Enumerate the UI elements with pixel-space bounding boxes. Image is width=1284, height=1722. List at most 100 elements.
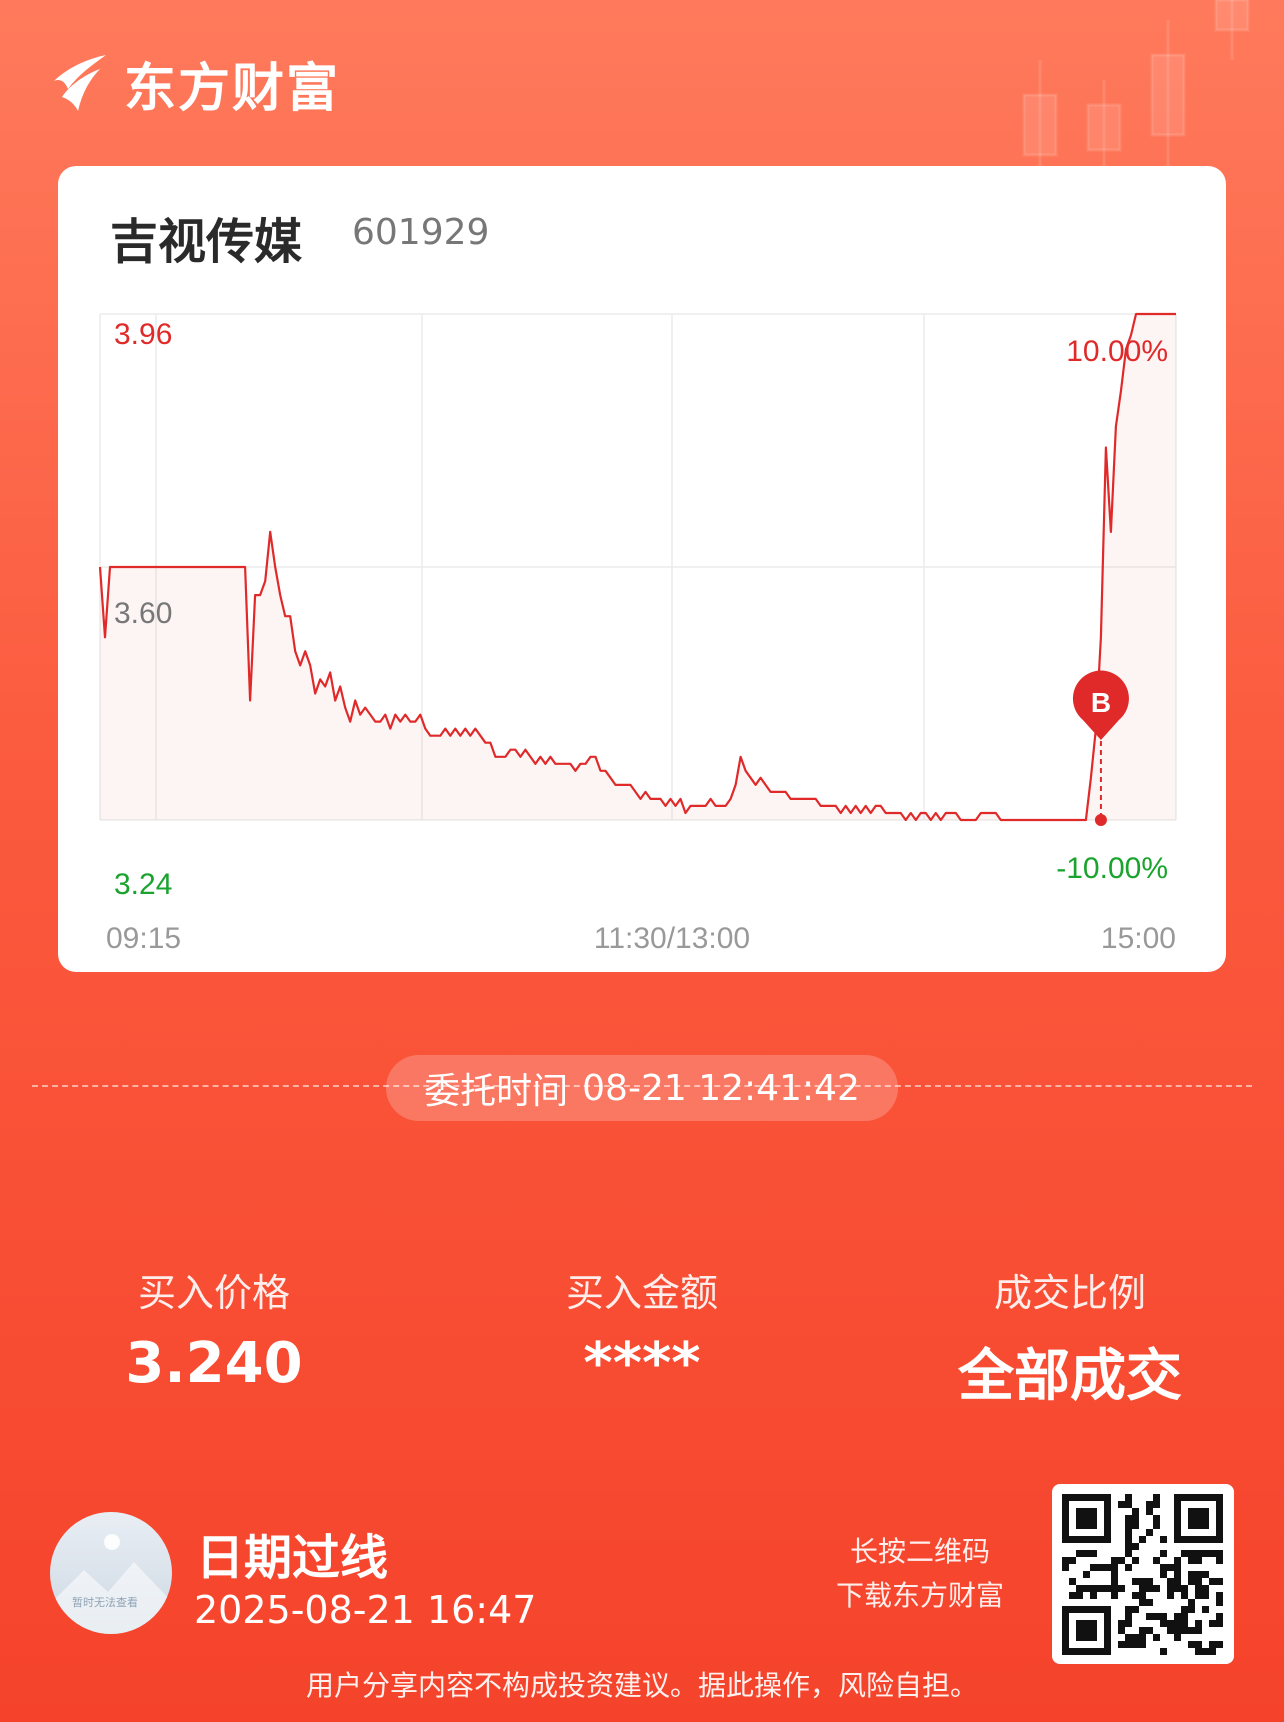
qr-module (1216, 1557, 1223, 1564)
qr-module (1118, 1557, 1125, 1564)
qr-module (1090, 1592, 1097, 1599)
qr-module (1195, 1592, 1202, 1599)
qr-module (1188, 1557, 1195, 1564)
qr-code[interactable] (1052, 1484, 1234, 1664)
qr-module (1125, 1543, 1132, 1550)
qr-module (1160, 1536, 1167, 1543)
qr-module (1146, 1508, 1153, 1515)
qr-module (1181, 1592, 1188, 1599)
qr-module (1062, 1564, 1069, 1571)
qr-module (1167, 1627, 1174, 1634)
qr-module (1181, 1613, 1188, 1620)
qr-module (1062, 1557, 1069, 1564)
qr-module (1139, 1585, 1146, 1592)
decorative-candles-icon (1022, 0, 1250, 170)
qr-module (1139, 1536, 1146, 1543)
qr-code-icon (1062, 1494, 1223, 1655)
y-label-bottom: 3.24 (114, 868, 172, 901)
stat-fill-ratio: 成交比例 全部成交 (920, 1262, 1220, 1412)
qr-module (1125, 1536, 1132, 1543)
qr-module (1125, 1613, 1132, 1620)
qr-module (1216, 1620, 1223, 1627)
qr-module (1195, 1585, 1202, 1592)
qr-module (1097, 1585, 1104, 1592)
stat-buy-amount: 买入金额 **** (492, 1262, 792, 1396)
qr-module (1181, 1606, 1188, 1613)
share-datetime: 2025-08-21 16:47 (194, 1588, 537, 1632)
qr-module (1118, 1585, 1125, 1592)
qr-module (1174, 1585, 1181, 1592)
qr-module (1174, 1578, 1181, 1585)
qr-module (1076, 1592, 1083, 1599)
qr-module (1195, 1550, 1202, 1557)
qr-module (1153, 1557, 1160, 1564)
qr-module (1132, 1592, 1139, 1599)
qr-module (1188, 1641, 1195, 1648)
qr-module (1188, 1627, 1195, 1634)
pct-label-bottom: -10.00% (1056, 852, 1168, 885)
qr-module (1181, 1627, 1188, 1634)
qr-module (1174, 1613, 1181, 1620)
qr-module (1132, 1641, 1139, 1648)
qr-module (1146, 1501, 1153, 1508)
qr-module (1139, 1641, 1146, 1648)
brand-name: 东方财富 (124, 59, 341, 119)
qr-module (1146, 1627, 1153, 1634)
qr-module (1146, 1613, 1153, 1620)
qr-module (1174, 1571, 1181, 1578)
qr-module (1083, 1585, 1090, 1592)
y-label-top: 3.96 (114, 318, 172, 351)
qr-hint: 长按二维码 下载东方财富 (820, 1530, 1020, 1618)
qr-finder (1188, 1508, 1209, 1529)
qr-module (1153, 1634, 1160, 1641)
qr-module (1125, 1564, 1132, 1571)
qr-module (1195, 1557, 1202, 1564)
qr-module (1111, 1571, 1118, 1578)
qr-module (1195, 1648, 1202, 1655)
marker-dot (1094, 814, 1107, 826)
qr-module (1125, 1494, 1132, 1501)
qr-module (1125, 1620, 1132, 1627)
qr-module (1195, 1641, 1202, 1648)
qr-module (1209, 1578, 1216, 1585)
qr-module (1216, 1578, 1223, 1585)
qr-module (1174, 1620, 1181, 1627)
qr-module (1069, 1578, 1076, 1585)
qr-module (1181, 1550, 1188, 1557)
qr-module (1167, 1620, 1174, 1627)
qr-module (1132, 1634, 1139, 1641)
qr-module (1174, 1557, 1181, 1564)
qr-module (1153, 1585, 1160, 1592)
qr-module (1139, 1592, 1146, 1599)
qr-module (1139, 1578, 1146, 1585)
qr-hint-line2: 下载东方财富 (835, 1579, 1004, 1612)
qr-module (1188, 1550, 1195, 1557)
stat-label: 买入金额 (565, 1271, 718, 1315)
stat-label: 买入价格 (137, 1271, 290, 1315)
qr-module (1125, 1606, 1132, 1613)
stat-value: 全部成交 (958, 1344, 1182, 1409)
qr-module (1209, 1550, 1216, 1557)
qr-module (1132, 1543, 1139, 1550)
qr-finder (1076, 1620, 1097, 1641)
qr-module (1076, 1550, 1083, 1557)
qr-finder (1076, 1508, 1097, 1529)
qr-module (1090, 1564, 1097, 1571)
x-label-mid: 11:30/13:00 (594, 922, 750, 955)
qr-module (1188, 1606, 1195, 1613)
image-placeholder-icon (50, 1534, 172, 1634)
qr-module (1132, 1557, 1139, 1564)
qr-module (1153, 1515, 1160, 1522)
qr-module (1181, 1620, 1188, 1627)
qr-module (1153, 1501, 1160, 1508)
user-name: 日期过线 (196, 1530, 389, 1586)
avatar[interactable]: 暂时无法查看 (50, 1512, 172, 1634)
qr-module (1125, 1641, 1132, 1648)
qr-module (1132, 1522, 1139, 1529)
qr-module (1083, 1571, 1090, 1578)
pct-label-top: 10.00% (1066, 335, 1168, 368)
intraday-chart: B 3.96 3.60 3.24 10.00% -10.00% 09:15 11… (98, 312, 1177, 955)
qr-module (1076, 1585, 1083, 1592)
qr-module (1167, 1585, 1174, 1592)
marker-label: B (1091, 687, 1111, 718)
